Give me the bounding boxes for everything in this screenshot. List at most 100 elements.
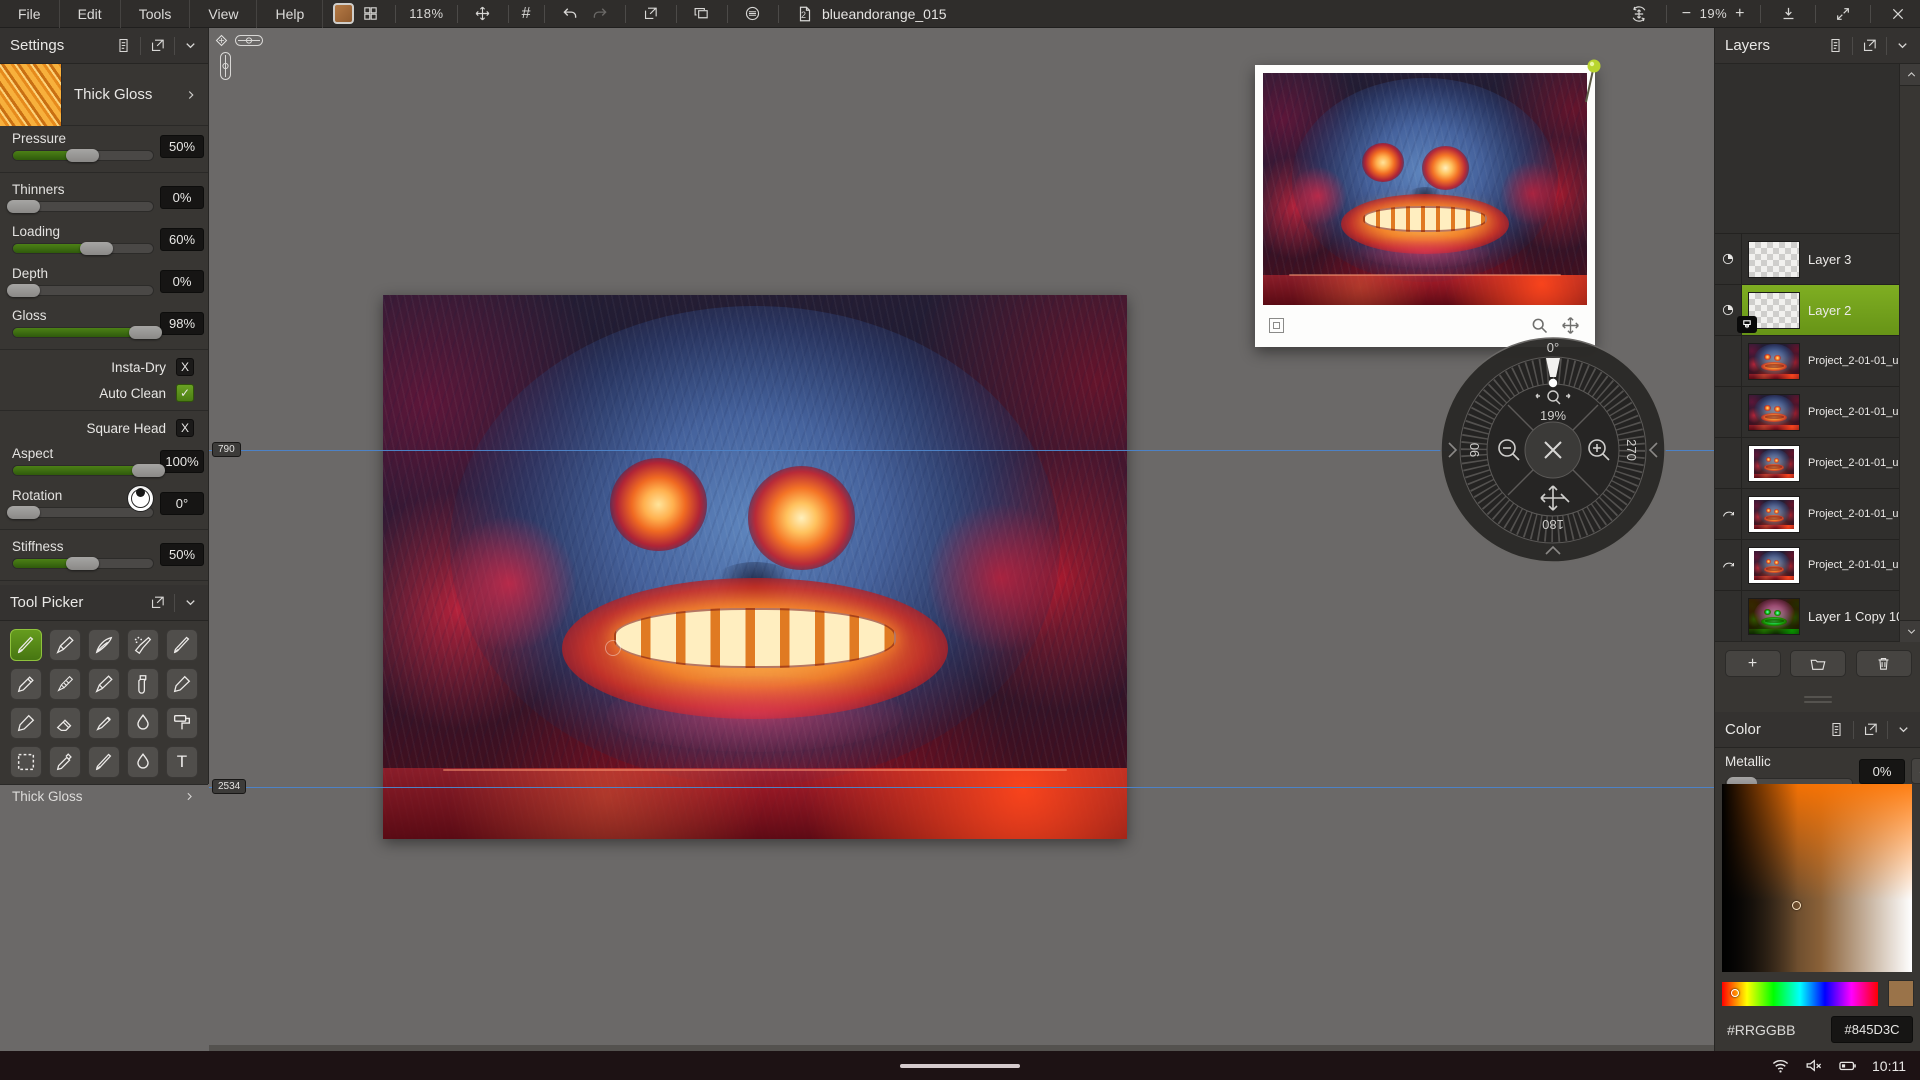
duplicate-button[interactable] [690, 2, 714, 26]
reset-view-button[interactable] [1627, 2, 1651, 26]
pressure-value[interactable]: 50% [160, 135, 204, 158]
reference-options-icon[interactable] [1269, 318, 1284, 333]
layer-row-layer3[interactable]: Layer 3 [1715, 233, 1899, 284]
color-list-icon[interactable] [1828, 721, 1845, 738]
guide-origin-handle[interactable] [214, 33, 229, 48]
tool-paint-tube[interactable] [127, 668, 159, 700]
canvas-workspace[interactable]: 790 2534 [209, 28, 1714, 1051]
reference-image-panel[interactable] [1255, 65, 1595, 347]
layer-row-project-1[interactable]: Project_2-01-01_upsca [1715, 335, 1899, 386]
layers-scrollbar[interactable] [1899, 64, 1920, 642]
layer-group-button[interactable] [1790, 650, 1846, 677]
layers-panel-header[interactable]: Layers [1715, 28, 1920, 64]
guide-position-tag[interactable]: 790 [212, 442, 241, 457]
tool-eyedropper[interactable] [49, 746, 81, 778]
layer-redo-icon[interactable] [1721, 558, 1736, 573]
menu-edit[interactable]: Edit [60, 0, 121, 28]
tool-pencil[interactable] [10, 668, 42, 700]
menu-tools[interactable]: Tools [121, 0, 191, 28]
layer-thumbnail[interactable] [1748, 394, 1800, 431]
layer-row-project-3[interactable]: Project_2-01-01_upsca [1715, 437, 1899, 488]
metallic-value[interactable]: 0% [1859, 759, 1905, 784]
export-button[interactable] [639, 2, 663, 26]
delete-layer-button[interactable] [1856, 650, 1912, 677]
current-color-swatch[interactable] [1888, 980, 1914, 1007]
layer-thumbnail[interactable] [1748, 445, 1800, 482]
tool-roller[interactable] [166, 707, 198, 739]
panel-resize-handle[interactable] [1715, 686, 1920, 712]
hue-cursor[interactable] [1731, 989, 1739, 997]
tool-oil-brush[interactable] [10, 629, 42, 661]
tool-palette-knife[interactable] [166, 668, 198, 700]
preset-chevron-icon[interactable] [184, 88, 208, 102]
battery-icon[interactable] [1837, 1056, 1858, 1075]
reference-rings-button[interactable] [741, 2, 765, 26]
color-popout-icon[interactable] [1862, 721, 1879, 738]
volume-muted-icon[interactable] [1804, 1056, 1823, 1075]
settings-collapse-icon[interactable] [183, 38, 198, 53]
depth-slider[interactable] [12, 285, 154, 296]
menu-view[interactable]: View [190, 0, 257, 28]
canvas-navigation-puck[interactable]: 0° 90 270 180 19% [1433, 330, 1673, 570]
scroll-up-icon[interactable] [1900, 64, 1920, 86]
scroll-down-icon[interactable] [1900, 620, 1920, 642]
menu-help[interactable]: Help [257, 0, 323, 28]
gloss-value[interactable]: 98% [160, 312, 204, 335]
tool-blob[interactable] [127, 746, 159, 778]
stiffness-slider[interactable] [12, 558, 154, 569]
workbench-panels-button[interactable] [358, 2, 382, 26]
rotation-dial[interactable] [127, 485, 154, 512]
hue-bar[interactable] [1722, 982, 1878, 1006]
reference-pin[interactable] [1577, 58, 1603, 106]
rotation-value[interactable]: 0° [160, 492, 204, 515]
tool-detail-brush[interactable] [88, 746, 120, 778]
tool-eraser[interactable] [49, 707, 81, 739]
taskbar-app-indicator[interactable] [900, 1064, 1020, 1068]
menu-file[interactable]: File [0, 0, 60, 28]
zoom-out-button[interactable]: − [1682, 5, 1692, 23]
depth-value[interactable]: 0% [160, 270, 204, 293]
horizontal-guide-2[interactable]: 2534 [209, 787, 1714, 788]
pressure-slider[interactable] [12, 150, 154, 161]
color-panel-header[interactable]: Color [1715, 712, 1920, 748]
layer-thumbnail[interactable] [1748, 343, 1800, 380]
painting-canvas[interactable] [383, 295, 1127, 839]
loading-value[interactable]: 60% [160, 228, 204, 251]
tool-knife[interactable] [10, 707, 42, 739]
grid-toggle-button[interactable]: # [522, 5, 531, 23]
thinners-value[interactable]: 0% [160, 186, 204, 209]
transform-tool-button[interactable] [471, 2, 495, 26]
color-collapse-icon[interactable] [1896, 722, 1911, 737]
layer-name[interactable]: Layer 3 [1808, 252, 1851, 267]
layers-list-icon[interactable] [1827, 37, 1844, 54]
insta-dry-checkbox[interactable]: X [176, 358, 194, 376]
settings-popout-icon[interactable] [149, 37, 166, 54]
fullscreen-button[interactable] [1831, 2, 1855, 26]
layer-name[interactable]: Layer 1 Copy 10 [1808, 609, 1903, 624]
layer-name[interactable]: Layer 2 [1808, 303, 1851, 318]
loading-slider[interactable] [12, 243, 154, 254]
horizontal-guide-handle[interactable] [235, 35, 263, 46]
vertical-guide-handle[interactable] [220, 52, 231, 80]
tool-chalk[interactable] [88, 707, 120, 739]
tool-felt-pen[interactable] [166, 629, 198, 661]
layer-opacity-icon[interactable] [1721, 252, 1735, 266]
layer-redo-icon[interactable] [1721, 507, 1736, 522]
layer-row-project-4[interactable]: Project_2-01-01_upsca [1715, 488, 1899, 539]
collapsed-preset-chevron-icon[interactable] [183, 790, 196, 803]
layer-opacity-icon[interactable] [1721, 303, 1735, 317]
close-button[interactable] [1886, 2, 1910, 26]
hex-entry-button[interactable]: # [1911, 758, 1920, 784]
redo-button[interactable] [588, 2, 612, 26]
tool-watercolor-brush[interactable] [88, 668, 120, 700]
aspect-slider[interactable] [12, 465, 154, 476]
tool-picker-header[interactable]: Tool Picker [0, 585, 208, 621]
tool-quill[interactable] [88, 629, 120, 661]
brush-preset-row[interactable]: Thick Gloss [0, 64, 208, 126]
tool-crayon[interactable] [49, 668, 81, 700]
brush-size-value[interactable]: 118% [409, 6, 443, 21]
collapsed-preset-bar[interactable]: Thick Gloss [0, 784, 208, 808]
view-zoom-value[interactable]: 19% [1700, 6, 1728, 21]
minimize-button[interactable] [1776, 2, 1800, 26]
square-head-checkbox[interactable]: X [176, 419, 194, 437]
